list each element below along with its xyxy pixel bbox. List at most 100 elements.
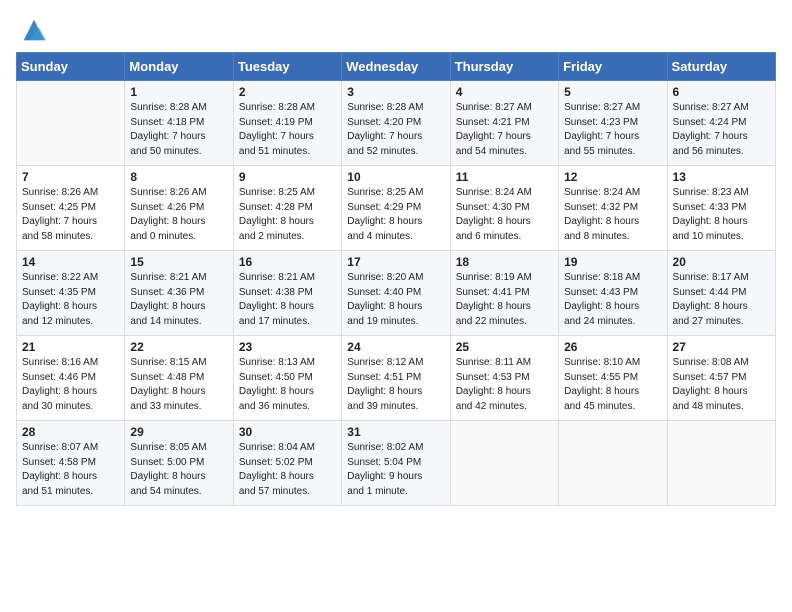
cell-info: Sunrise: 8:19 AMSunset: 4:41 PMDaylight:… (456, 271, 553, 329)
cell-info: Sunrise: 8:16 AMSunset: 4:46 PMDaylight:… (22, 356, 119, 414)
cell-info: Sunrise: 8:28 AMSunset: 4:20 PMDaylight:… (347, 101, 444, 159)
day-number: 21 (22, 340, 119, 354)
dow-header-monday: Monday (125, 53, 233, 81)
dow-header-saturday: Saturday (667, 53, 775, 81)
calendar-cell: 12 Sunrise: 8:24 AMSunset: 4:32 PMDayligh… (559, 166, 667, 251)
day-number: 2 (239, 85, 336, 99)
day-number: 29 (130, 425, 227, 439)
calendar-cell: 5Sunrise: 8:27 AMSunset: 4:23 PMDaylight… (559, 81, 667, 166)
week-row-2: 7 Sunrise: 8:26 AMSunset: 4:25 PMDaylight… (17, 166, 776, 251)
cell-info: Sunrise: 8:26 AMSunset: 4:25 PMDaylight:… (22, 186, 119, 244)
cell-info: Sunrise: 8:28 AMSunset: 4:18 PMDaylight:… (130, 101, 227, 159)
day-number: 7 (22, 170, 119, 184)
cell-info: Sunrise: 8:11 AMSunset: 4:53 PMDaylight:… (456, 356, 553, 414)
calendar-cell: 7 Sunrise: 8:26 AMSunset: 4:25 PMDaylight… (17, 166, 125, 251)
day-number: 20 (673, 255, 770, 269)
day-number: 3 (347, 85, 444, 99)
day-number: 19 (564, 255, 661, 269)
calendar-cell: 19 Sunrise: 8:18 AMSunset: 4:43 PMDayligh… (559, 251, 667, 336)
day-number: 27 (673, 340, 770, 354)
cell-info: Sunrise: 8:18 AMSunset: 4:43 PMDaylight:… (564, 271, 661, 329)
week-row-5: 28 Sunrise: 8:07 AMSunset: 4:58 PMDayligh… (17, 421, 776, 506)
day-number: 6 (673, 85, 770, 99)
calendar-cell: 23Sunrise: 8:13 AMSunset: 4:50 PMDayligh… (233, 336, 341, 421)
dow-header-thursday: Thursday (450, 53, 558, 81)
calendar-cell: 16 Sunrise: 8:21 AMSunset: 4:38 PMDayligh… (233, 251, 341, 336)
cell-info: Sunrise: 8:25 AMSunset: 4:29 PMDaylight:… (347, 186, 444, 244)
cell-info: Sunrise: 8:12 AMSunset: 4:51 PMDaylight:… (347, 356, 444, 414)
week-row-4: 21 Sunrise: 8:16 AMSunset: 4:46 PMDayligh… (17, 336, 776, 421)
cell-info: Sunrise: 8:04 AMSunset: 5:02 PMDaylight:… (239, 441, 336, 499)
calendar-cell: 3 Sunrise: 8:28 AMSunset: 4:20 PMDaylight… (342, 81, 450, 166)
calendar-cell: 8 Sunrise: 8:26 AMSunset: 4:26 PMDaylight… (125, 166, 233, 251)
day-number: 8 (130, 170, 227, 184)
cell-info: Sunrise: 8:23 AMSunset: 4:33 PMDaylight:… (673, 186, 770, 244)
calendar-cell: 22Sunrise: 8:15 AMSunset: 4:48 PMDayligh… (125, 336, 233, 421)
day-number: 17 (347, 255, 444, 269)
calendar-cell: 20 Sunrise: 8:17 AMSunset: 4:44 PMDayligh… (667, 251, 775, 336)
page-header (16, 16, 776, 44)
calendar-cell: 28 Sunrise: 8:07 AMSunset: 4:58 PMDayligh… (17, 421, 125, 506)
cell-info: Sunrise: 8:10 AMSunset: 4:55 PMDaylight:… (564, 356, 661, 414)
cell-info: Sunrise: 8:26 AMSunset: 4:26 PMDaylight:… (130, 186, 227, 244)
cell-info: Sunrise: 8:08 AMSunset: 4:57 PMDaylight:… (673, 356, 770, 414)
logo-icon (20, 16, 48, 44)
calendar-cell: 15Sunrise: 8:21 AMSunset: 4:36 PMDayligh… (125, 251, 233, 336)
cell-info: Sunrise: 8:07 AMSunset: 4:58 PMDaylight:… (22, 441, 119, 499)
day-number: 23 (239, 340, 336, 354)
logo (16, 16, 48, 44)
calendar-cell: 14Sunrise: 8:22 AMSunset: 4:35 PMDayligh… (17, 251, 125, 336)
day-number: 11 (456, 170, 553, 184)
cell-info: Sunrise: 8:15 AMSunset: 4:48 PMDaylight:… (130, 356, 227, 414)
calendar-cell (17, 81, 125, 166)
calendar-cell: 30 Sunrise: 8:04 AMSunset: 5:02 PMDayligh… (233, 421, 341, 506)
day-number: 12 (564, 170, 661, 184)
calendar-cell: 24 Sunrise: 8:12 AMSunset: 4:51 PMDayligh… (342, 336, 450, 421)
day-number: 10 (347, 170, 444, 184)
calendar-cell: 6 Sunrise: 8:27 AMSunset: 4:24 PMDaylight… (667, 81, 775, 166)
week-row-1: 1 Sunrise: 8:28 AMSunset: 4:18 PMDaylight… (17, 81, 776, 166)
calendar-cell: 13 Sunrise: 8:23 AMSunset: 4:33 PMDayligh… (667, 166, 775, 251)
calendar-cell (559, 421, 667, 506)
cell-info: Sunrise: 8:22 AMSunset: 4:35 PMDaylight:… (22, 271, 119, 329)
cell-info: Sunrise: 8:25 AMSunset: 4:28 PMDaylight:… (239, 186, 336, 244)
cell-info: Sunrise: 8:27 AMSunset: 4:21 PMDaylight:… (456, 101, 553, 159)
day-number: 1 (130, 85, 227, 99)
calendar-cell: 21 Sunrise: 8:16 AMSunset: 4:46 PMDayligh… (17, 336, 125, 421)
day-number: 28 (22, 425, 119, 439)
cell-info: Sunrise: 8:17 AMSunset: 4:44 PMDaylight:… (673, 271, 770, 329)
calendar-cell: 27 Sunrise: 8:08 AMSunset: 4:57 PMDayligh… (667, 336, 775, 421)
calendar-cell: 29 Sunrise: 8:05 AMSunset: 5:00 PMDayligh… (125, 421, 233, 506)
calendar-cell: 31Sunrise: 8:02 AMSunset: 5:04 PMDayligh… (342, 421, 450, 506)
cell-info: Sunrise: 8:27 AMSunset: 4:23 PMDaylight:… (564, 101, 661, 159)
day-number: 30 (239, 425, 336, 439)
calendar-body: 1 Sunrise: 8:28 AMSunset: 4:18 PMDaylight… (17, 81, 776, 506)
cell-info: Sunrise: 8:24 AMSunset: 4:30 PMDaylight:… (456, 186, 553, 244)
cell-info: Sunrise: 8:05 AMSunset: 5:00 PMDaylight:… (130, 441, 227, 499)
day-number: 31 (347, 425, 444, 439)
day-number: 16 (239, 255, 336, 269)
calendar-cell: 11 Sunrise: 8:24 AMSunset: 4:30 PMDayligh… (450, 166, 558, 251)
cell-info: Sunrise: 8:28 AMSunset: 4:19 PMDaylight:… (239, 101, 336, 159)
calendar-cell (450, 421, 558, 506)
calendar-cell (667, 421, 775, 506)
cell-info: Sunrise: 8:20 AMSunset: 4:40 PMDaylight:… (347, 271, 444, 329)
cell-info: Sunrise: 8:24 AMSunset: 4:32 PMDaylight:… (564, 186, 661, 244)
dow-header-wednesday: Wednesday (342, 53, 450, 81)
calendar-cell: 26 Sunrise: 8:10 AMSunset: 4:55 PMDayligh… (559, 336, 667, 421)
days-of-week-row: SundayMondayTuesdayWednesdayThursdayFrid… (17, 53, 776, 81)
cell-info: Sunrise: 8:27 AMSunset: 4:24 PMDaylight:… (673, 101, 770, 159)
day-number: 25 (456, 340, 553, 354)
day-number: 9 (239, 170, 336, 184)
calendar-cell: 17 Sunrise: 8:20 AMSunset: 4:40 PMDayligh… (342, 251, 450, 336)
cell-info: Sunrise: 8:21 AMSunset: 4:38 PMDaylight:… (239, 271, 336, 329)
calendar-cell: 2 Sunrise: 8:28 AMSunset: 4:19 PMDaylight… (233, 81, 341, 166)
day-number: 26 (564, 340, 661, 354)
calendar-cell: 25 Sunrise: 8:11 AMSunset: 4:53 PMDayligh… (450, 336, 558, 421)
day-number: 24 (347, 340, 444, 354)
day-number: 13 (673, 170, 770, 184)
week-row-3: 14Sunrise: 8:22 AMSunset: 4:35 PMDayligh… (17, 251, 776, 336)
calendar-cell: 18Sunrise: 8:19 AMSunset: 4:41 PMDayligh… (450, 251, 558, 336)
calendar-cell: 10 Sunrise: 8:25 AMSunset: 4:29 PMDayligh… (342, 166, 450, 251)
day-number: 15 (130, 255, 227, 269)
